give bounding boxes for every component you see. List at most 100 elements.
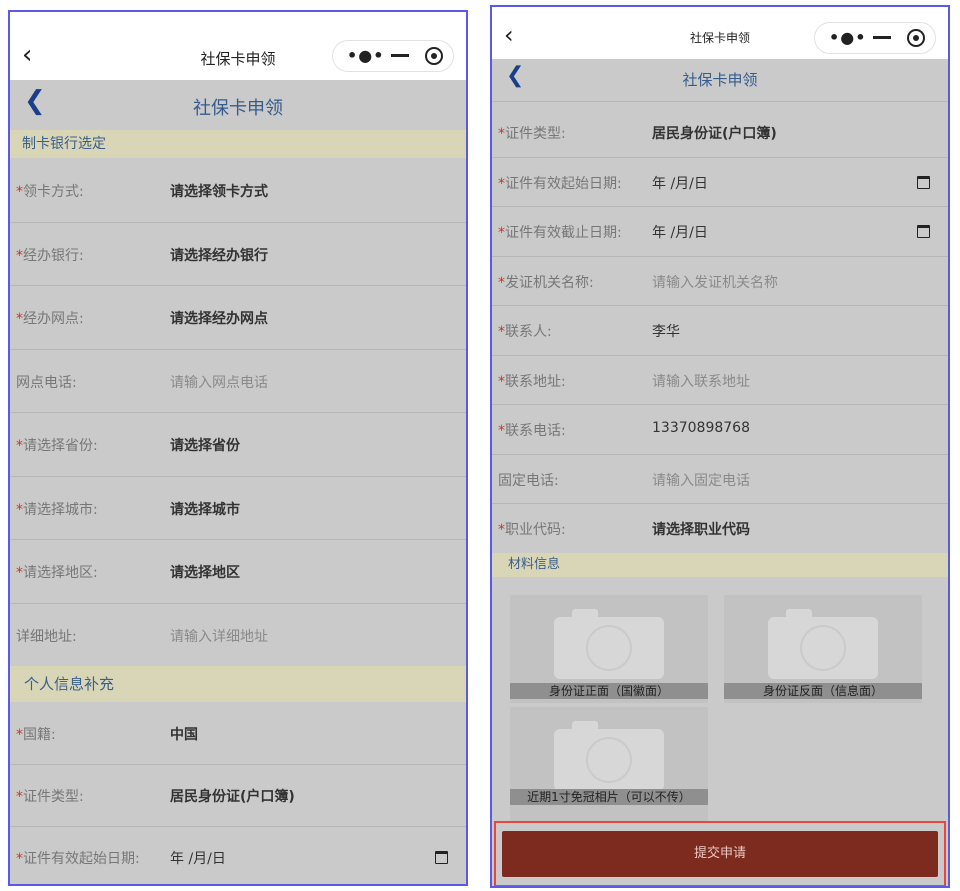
field-label-text: 证件类型: (23, 789, 84, 805)
form-row[interactable]: 网点电话: 请输入网点电话 (10, 349, 466, 413)
form-row[interactable]: *职业代码: 请选择职业代码 (492, 503, 948, 554)
form-row[interactable]: *经办银行: 请选择经办银行 (10, 222, 466, 286)
upload-photo[interactable]: 近期1寸免冠相片（可以不传） (510, 707, 708, 821)
date-input[interactable]: 年 /月/日 (170, 848, 226, 868)
field-label-text: 请选择城市: (23, 501, 98, 518)
upload-id-front[interactable]: 身份证正面（国徽面） (510, 595, 708, 703)
field-label: *联系电话: (498, 420, 566, 440)
capsule-menu: •●• (814, 22, 936, 54)
minimize-icon[interactable] (391, 54, 409, 57)
text-input[interactable]: 请输入联系地址 (652, 371, 750, 391)
calendar-icon[interactable] (435, 851, 448, 864)
select-field[interactable]: 请选择地区 (170, 562, 240, 582)
select-field[interactable]: 请选择城市 (170, 499, 240, 519)
field-label: *联系人: (498, 321, 552, 341)
form-row[interactable]: *领卡方式: 请选择领卡方式 (10, 158, 466, 223)
required-mark: * (498, 522, 505, 538)
calendar-icon[interactable] (917, 175, 930, 189)
field-label: *经办网点: (16, 308, 84, 328)
form-row[interactable]: 固定电话: 请输入固定电话 (492, 454, 948, 504)
camera-icon (768, 609, 878, 679)
select-field[interactable]: 居民身份证(户口簿) (652, 123, 777, 143)
field-label: *请选择城市: (16, 499, 98, 519)
text-input[interactable]: 请输入网点电话 (170, 372, 268, 392)
field-label: *经办银行: (16, 245, 84, 265)
field-label-text: 联系电话: (505, 423, 566, 439)
capsule-menu: •●• (332, 40, 454, 72)
required-mark: * (498, 373, 505, 390)
required-mark: * (16, 311, 23, 327)
form-row[interactable]: *联系电话: 13370898768 (492, 404, 948, 455)
form-row[interactable]: *发证机关名称: 请输入发证机关名称 (492, 256, 948, 306)
text-input[interactable]: 请输入固定电话 (652, 470, 750, 490)
field-label: *联系地址: (498, 371, 566, 391)
field-label: 详细地址: (16, 626, 77, 646)
text-input[interactable]: 请输入详细地址 (170, 626, 268, 646)
required-mark: * (498, 175, 505, 192)
more-icon[interactable]: •●• (829, 28, 866, 47)
page-title: 社保卡申领 (193, 98, 283, 119)
field-label-text: 证件有效截止日期: (505, 225, 622, 241)
camera-icon (554, 609, 664, 679)
field-label-text: 发证机关名称: (505, 274, 594, 291)
form-row[interactable]: *证件有效起始日期: 年 /月/日 (492, 157, 948, 207)
submit-button[interactable]: 提交申请 (502, 831, 938, 877)
form-row[interactable]: *证件类型: 居民身份证(户口簿) (492, 107, 948, 158)
form-row[interactable]: *联系地址: 请输入联系地址 (492, 355, 948, 405)
upload-caption: 身份证正面（国徽面） (510, 683, 708, 699)
form-row[interactable]: *证件有效起始日期: 年 /月/日 (10, 826, 466, 884)
form-row[interactable]: *联系人: 李华 (492, 305, 948, 356)
form-row[interactable]: *请选择城市: 请选择城市 (10, 476, 466, 540)
form-row[interactable]: *请选择省份: 请选择省份 (10, 412, 466, 477)
select-field[interactable]: 请选择领卡方式 (170, 181, 268, 201)
mini-program-header: ‹ 社保卡申领 •●• (492, 7, 948, 59)
required-mark: * (498, 225, 505, 241)
upload-caption: 近期1寸免冠相片（可以不传） (510, 789, 708, 805)
form-row[interactable]: *请选择地区: 请选择地区 (10, 539, 466, 604)
calendar-icon[interactable] (917, 225, 930, 238)
required-mark: * (16, 501, 23, 518)
select-field[interactable]: 请选择经办银行 (170, 245, 268, 265)
text-input[interactable]: 13370898768 (652, 420, 750, 436)
text-input[interactable]: 李华 (652, 321, 680, 341)
page-navbar: ❮ 社保卡申领 (10, 80, 466, 130)
upload-caption: 身份证反面（信息面） (724, 683, 922, 699)
form-row[interactable]: 详细地址: 请输入详细地址 (10, 603, 466, 667)
form-row[interactable]: *国籍: 中国 (10, 702, 466, 765)
select-field[interactable]: 中国 (170, 724, 198, 744)
form-row[interactable]: *经办网点: 请选择经办网点 (10, 285, 466, 350)
form-row[interactable]: *证件类型: 居民身份证(户口簿) (10, 764, 466, 827)
section-materials: 材料信息 (492, 553, 948, 577)
date-input[interactable]: 年 /月/日 (652, 222, 708, 242)
field-label-text: 联系人: (505, 324, 552, 340)
field-label-text: 详细地址: (16, 628, 77, 645)
field-label-text: 证件有效起始日期: (505, 175, 622, 192)
select-field[interactable]: 请选择职业代码 (652, 519, 750, 539)
field-label-text: 请选择地区: (23, 565, 98, 581)
camera-icon (554, 721, 664, 791)
page-body: ❮ 社保卡申领 *证件类型: 居民身份证(户口簿) *证件有效起始日期: 年 /月/日… (492, 59, 948, 886)
field-label: *职业代码: (498, 519, 566, 539)
select-field[interactable]: 请选择省份 (170, 435, 240, 455)
field-label: *领卡方式: (16, 181, 84, 201)
field-label-text: 网点电话: (16, 374, 77, 391)
field-label: *证件有效截止日期: (498, 222, 622, 242)
select-field[interactable]: 居民身份证(户口簿) (170, 786, 295, 806)
field-label: *发证机关名称: (498, 272, 594, 292)
upload-id-back[interactable]: 身份证反面（信息面） (724, 595, 922, 703)
field-label: *证件有效起始日期: (16, 848, 140, 868)
field-label-text: 经办网点: (23, 311, 84, 327)
close-icon[interactable] (425, 47, 443, 65)
required-mark: * (498, 324, 505, 340)
minimize-icon[interactable] (873, 36, 891, 39)
more-icon[interactable]: •●• (347, 46, 384, 65)
form-row[interactable]: *证件有效截止日期: 年 /月/日 (492, 206, 948, 257)
required-mark: * (498, 423, 505, 439)
date-input[interactable]: 年 /月/日 (652, 173, 708, 193)
left-phone-screen: ‹ 社保卡申领 •●• ❮ 社保卡申领 制卡银行选定 *领卡方式: 请选择领卡方式… (8, 10, 468, 886)
field-label-text: 联系地址: (505, 373, 566, 390)
required-mark: * (498, 126, 505, 142)
select-field[interactable]: 请选择经办网点 (170, 308, 268, 328)
text-input[interactable]: 请输入发证机关名称 (652, 272, 778, 292)
close-icon[interactable] (907, 29, 925, 47)
